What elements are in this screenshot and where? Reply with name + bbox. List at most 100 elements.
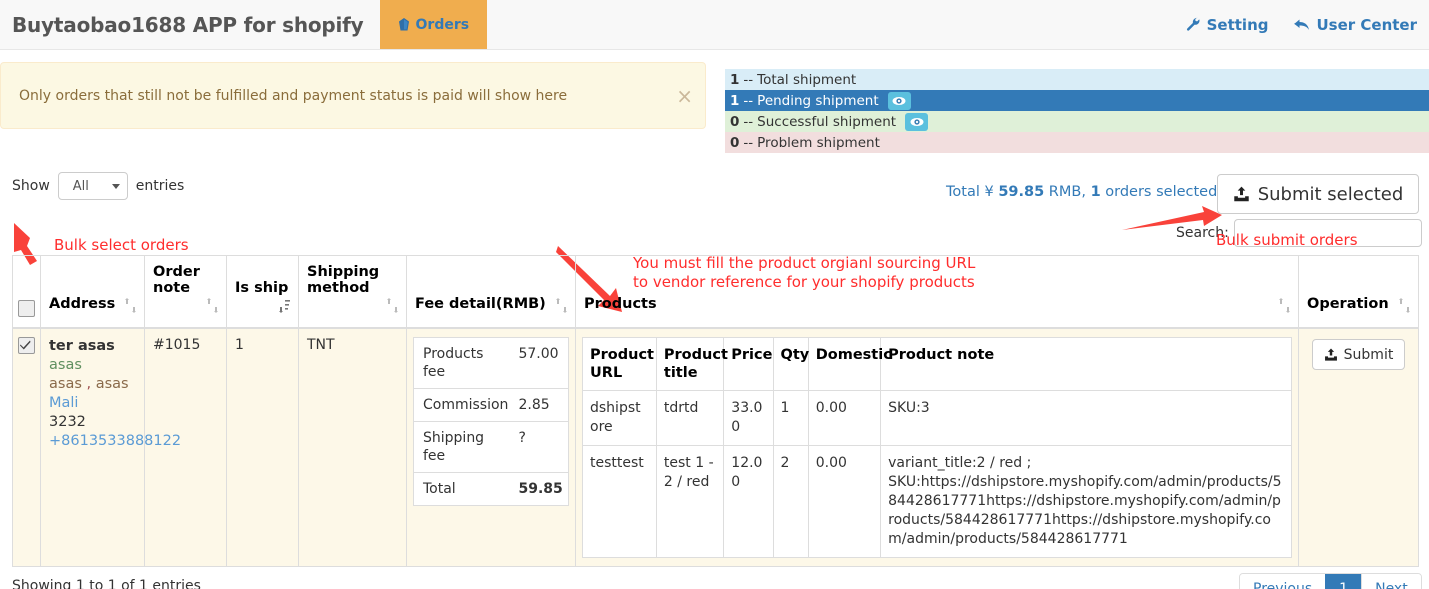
tab-orders-label: Orders bbox=[415, 16, 470, 33]
fee-row-shipping: Shipping fee ? bbox=[414, 421, 568, 473]
pagination: Previous 1 Next bbox=[1239, 573, 1422, 589]
header-order-note-label: Order note bbox=[153, 264, 200, 296]
fee-label-products: Products fee bbox=[423, 346, 484, 380]
address-line2: asas bbox=[49, 357, 82, 373]
entries-label: entries bbox=[135, 178, 185, 194]
shipment-row-pending[interactable]: 1 -- Pending shipment bbox=[725, 90, 1429, 111]
sort-both-icon bbox=[387, 298, 398, 317]
annotation-bulk-submit: Bulk submit orders bbox=[1216, 231, 1358, 249]
shipment-total-count: 1 bbox=[730, 71, 740, 88]
upload-icon bbox=[1233, 186, 1250, 203]
products-header-note: Product note bbox=[880, 338, 1291, 391]
product-row: testtest test 1 - 2 / red 12.00 2 0.00 v… bbox=[583, 445, 1291, 558]
orders-selected-count: 1 bbox=[1090, 184, 1101, 200]
address-phone: +8613533888122 bbox=[49, 433, 182, 449]
fee-row-total: Total 59.85 bbox=[414, 472, 568, 505]
fee-value-commission: 2.85 bbox=[509, 388, 568, 422]
product-url[interactable]: dshipstore bbox=[583, 390, 657, 446]
sort-desc-icon bbox=[279, 298, 290, 317]
header-products-label: Products bbox=[584, 296, 657, 312]
row-checkbox[interactable] bbox=[18, 337, 35, 354]
header-shipping-method[interactable]: Shipping method bbox=[298, 255, 407, 329]
navbar-right: Setting User Center bbox=[1186, 0, 1429, 49]
header-is-ship[interactable]: Is ship bbox=[226, 255, 299, 329]
pagination-next[interactable]: Next bbox=[1361, 574, 1421, 589]
product-row: dshipstore tdrtd 33.00 1 0.00 SKU:3 bbox=[583, 390, 1291, 446]
sort-both-icon bbox=[125, 298, 136, 317]
bulk-submit-arrow bbox=[1122, 206, 1222, 230]
address-name: ter asas bbox=[49, 338, 115, 354]
pagination-previous[interactable]: Previous bbox=[1240, 574, 1326, 589]
shipment-successful-sep: -- bbox=[743, 113, 754, 130]
product-domestic: 0.00 bbox=[807, 390, 881, 446]
address-line3: asas , asas bbox=[49, 375, 136, 394]
shipment-row-successful[interactable]: 0 -- Successful shipment bbox=[725, 111, 1429, 132]
total-middle: RMB, bbox=[1044, 184, 1091, 200]
shipment-problem-label: Problem shipment bbox=[757, 134, 880, 151]
header-fee-detail[interactable]: Fee detail(RMB) bbox=[406, 255, 576, 329]
product-price: 33.00 bbox=[723, 390, 774, 446]
cell-address: ter asas asas asas , asas Mali 3232 +861… bbox=[40, 327, 182, 567]
shipment-row-total[interactable]: 1 -- Total shipment bbox=[725, 69, 1429, 90]
orders-table-body: ter asas asas asas , asas Mali 3232 +861… bbox=[12, 327, 1419, 567]
header-select-all bbox=[12, 255, 41, 329]
gem-icon bbox=[398, 18, 410, 31]
page-root: Buytaobao1688 APP for shopify Orders Set… bbox=[0, 0, 1429, 589]
shipment-pending-count: 1 bbox=[730, 92, 740, 109]
address-zip: 3232 bbox=[49, 414, 86, 430]
eye-icon[interactable] bbox=[887, 91, 911, 110]
eye-icon[interactable] bbox=[905, 112, 929, 131]
row-submit-button[interactable]: Submit bbox=[1312, 339, 1405, 370]
submit-selected-button[interactable]: Submit selected bbox=[1217, 174, 1419, 214]
header-address-label: Address bbox=[49, 296, 116, 312]
header-products[interactable]: Products bbox=[575, 255, 1299, 329]
orders-table: Address Order note Is ship Shipping meth… bbox=[12, 255, 1419, 567]
fee-label-shipping: Shipping fee bbox=[414, 421, 510, 473]
select-all-checkbox[interactable] bbox=[18, 300, 35, 317]
shipment-status-panel: 1 -- Total shipment 1 -- Pending shipmen… bbox=[725, 69, 1429, 153]
pagination-page-1[interactable]: 1 bbox=[1325, 574, 1362, 589]
shipment-total-sep: -- bbox=[743, 71, 754, 88]
sort-both-icon bbox=[1399, 298, 1410, 317]
nav-user-center[interactable]: User Center bbox=[1294, 16, 1417, 34]
products-header-qty: Qty bbox=[772, 338, 809, 391]
cell-row-select bbox=[12, 327, 41, 567]
fee-value-shipping: ? bbox=[509, 421, 568, 473]
table-row: ter asas asas asas , asas Mali 3232 +861… bbox=[12, 327, 1419, 567]
fee-label-commission: Commission bbox=[414, 388, 510, 422]
product-url[interactable]: testtest bbox=[583, 446, 656, 558]
address-province: asas bbox=[95, 376, 129, 392]
fee-row-products: Products fee 57.00 bbox=[414, 338, 568, 389]
products-box: Product URL Product title Price Qty Dome… bbox=[582, 337, 1292, 558]
header-operation[interactable]: Operation bbox=[1298, 255, 1419, 329]
products-header-url: Product URL bbox=[583, 338, 657, 391]
nav-user-center-label: User Center bbox=[1316, 15, 1417, 34]
header-address[interactable]: Address bbox=[40, 255, 145, 329]
header-order-note[interactable]: Order note bbox=[144, 255, 227, 329]
fee-value-total: 59.85 bbox=[509, 472, 568, 505]
total-selected-summary: Total ¥ 59.85 RMB, 1 orders selected bbox=[946, 184, 1217, 200]
cell-products: Product URL Product title Price Qty Dome… bbox=[575, 327, 1299, 567]
address-country: Mali bbox=[49, 395, 79, 411]
orders-table-header-row: Address Order note Is ship Shipping meth… bbox=[12, 255, 1419, 329]
info-alert-message: Only orders that still not be fulfilled … bbox=[19, 87, 568, 104]
product-note: SKU:3 bbox=[880, 390, 1291, 446]
header-shipping-method-label: Shipping method bbox=[307, 264, 380, 296]
product-note: variant_title:2 / red ; SKU:https://dshi… bbox=[880, 445, 1291, 557]
show-entries-control: Show All entries bbox=[12, 172, 184, 200]
show-label: Show bbox=[12, 178, 50, 194]
header-is-ship-label: Is ship bbox=[235, 280, 289, 296]
close-icon[interactable]: × bbox=[676, 86, 693, 106]
row-submit-label: Submit bbox=[1343, 346, 1394, 363]
page-length-select[interactable]: All bbox=[57, 172, 128, 200]
app-brand[interactable]: Buytaobao1688 APP for shopify bbox=[0, 0, 380, 49]
shipment-successful-label: Successful shipment bbox=[757, 113, 897, 130]
fee-detail-box: Products fee 57.00 Commission 2.85 Shipp… bbox=[413, 337, 569, 506]
fee-detail-table: Products fee 57.00 Commission 2.85 Shipp… bbox=[414, 338, 568, 505]
product-qty: 1 bbox=[772, 390, 809, 446]
shipment-row-problem[interactable]: 0 -- Problem shipment bbox=[725, 132, 1429, 153]
info-alert: Only orders that still not be fulfilled … bbox=[0, 62, 706, 129]
total-prefix: Total ¥ bbox=[946, 184, 999, 200]
nav-setting[interactable]: Setting bbox=[1186, 16, 1268, 34]
tab-orders[interactable]: Orders bbox=[379, 0, 488, 49]
